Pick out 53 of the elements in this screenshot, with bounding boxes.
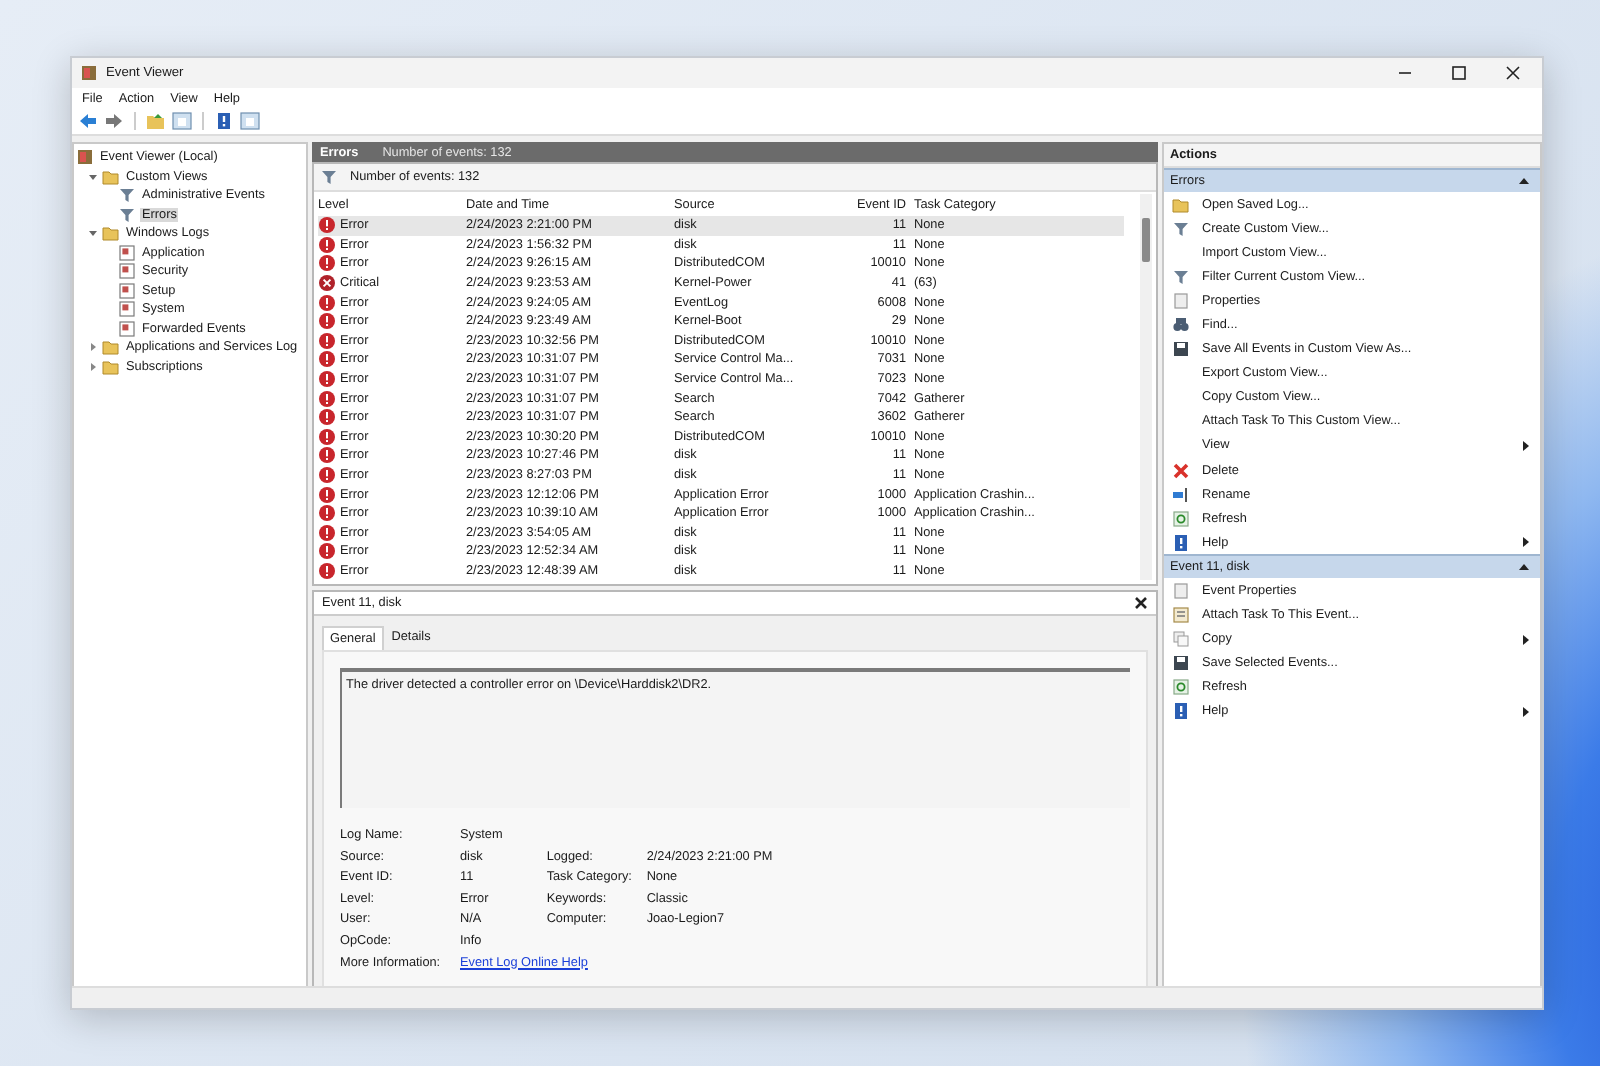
filter-icon: [320, 168, 338, 186]
error-icon: [318, 446, 336, 465]
critical-icon: [318, 274, 336, 293]
error-icon: [318, 350, 336, 369]
page-icon: [1172, 291, 1190, 310]
folder-icon: [102, 167, 120, 186]
error-icon: [318, 466, 336, 485]
rename-icon: [1172, 485, 1190, 504]
error-icon: [318, 427, 336, 446]
app-icon: [80, 64, 98, 82]
expanded-caret-icon[interactable]: [88, 228, 98, 239]
folder-icon: [1172, 195, 1190, 214]
binoculars-icon: [1172, 316, 1190, 335]
error-icon: [318, 504, 336, 523]
page-icon: [1172, 581, 1190, 600]
error-icon: [318, 370, 336, 389]
folder-icon: [102, 224, 120, 243]
error-icon: [318, 216, 336, 235]
back-arrow-icon[interactable]: [78, 112, 98, 130]
error-icon: [318, 293, 336, 312]
close-icon[interactable]: [1504, 64, 1522, 82]
expanded-caret-icon[interactable]: [88, 171, 98, 182]
copy-icon: [1172, 630, 1190, 649]
scrollbar[interactable]: [1140, 194, 1152, 581]
help-icon: [1172, 533, 1190, 552]
error-icon: [318, 312, 336, 331]
error-icon: [318, 561, 336, 580]
scroll-thumb[interactable]: [1142, 218, 1150, 262]
task-icon: [1172, 606, 1190, 625]
refresh-icon: [1172, 509, 1190, 528]
forward-arrow-icon[interactable]: [104, 112, 124, 130]
collapsed-caret-icon[interactable]: [88, 361, 98, 372]
collapsed-caret-icon[interactable]: [88, 342, 98, 353]
close-icon[interactable]: [1134, 596, 1148, 611]
error-icon: [318, 254, 336, 273]
maximize-icon[interactable]: [1450, 64, 1468, 82]
collapse-caret-icon[interactable]: [1518, 562, 1530, 573]
error-icon: [318, 331, 336, 350]
collapse-caret-icon[interactable]: [1518, 176, 1530, 186]
error-icon: [318, 542, 336, 561]
error-icon: [318, 235, 336, 254]
help-icon[interactable]: [214, 112, 234, 130]
refresh-icon: [1172, 678, 1190, 697]
error-icon: [318, 485, 336, 504]
log-viewer-icon: [76, 148, 94, 167]
error-icon: [318, 523, 336, 542]
error-icon: [318, 408, 336, 427]
filter-icon: [1172, 219, 1190, 238]
delete-icon: [1172, 461, 1190, 480]
error-icon: [318, 389, 336, 408]
help-icon: [1172, 702, 1190, 721]
folder-up-icon[interactable]: [146, 112, 166, 130]
filter-icon: [1172, 267, 1190, 286]
